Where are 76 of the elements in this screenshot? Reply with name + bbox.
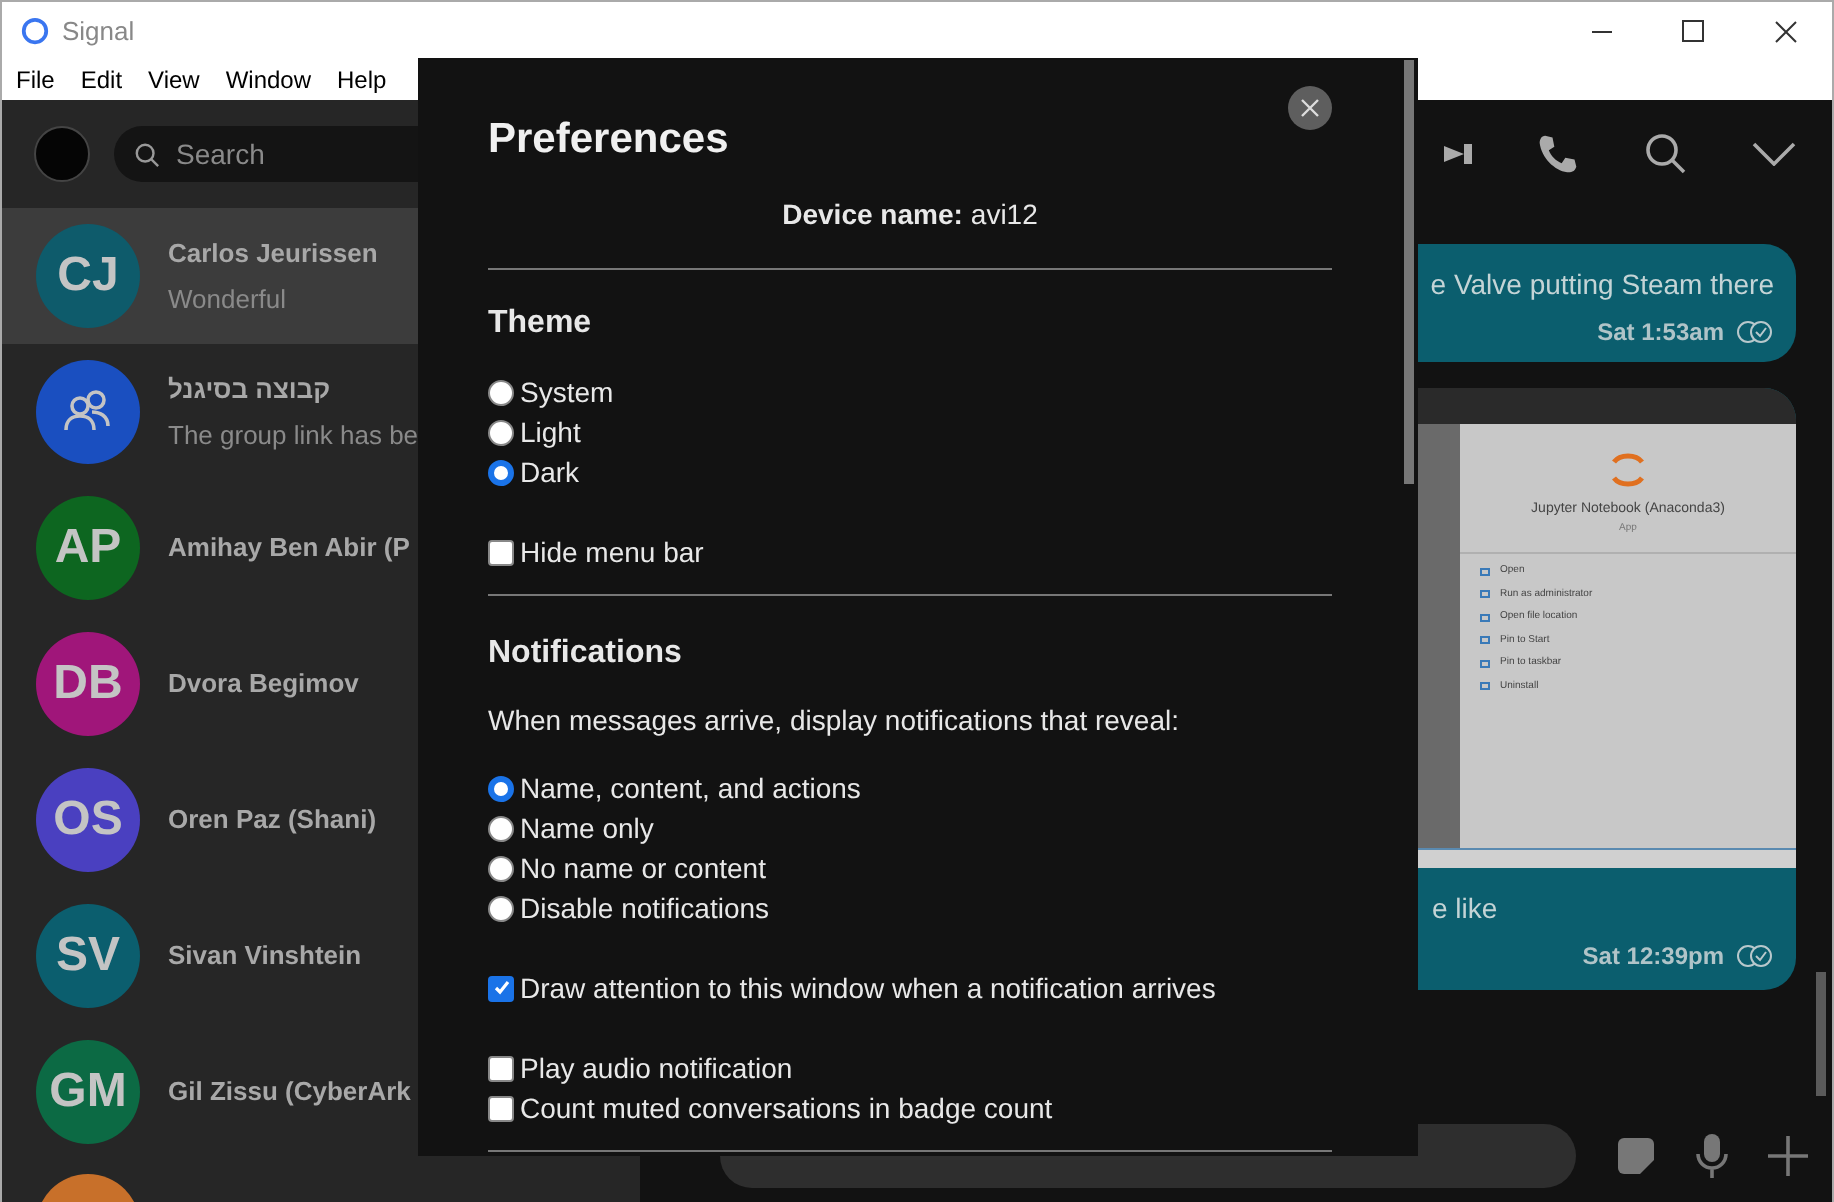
- section-heading: Notifications: [488, 634, 684, 674]
- window-title: Signal: [62, 13, 135, 50]
- action-icon: [1480, 682, 1490, 691]
- notifications-description: When messages arrive, display notifications that reveal:: [488, 702, 1181, 740]
- jupyter-logo-icon: [1610, 448, 1646, 492]
- action-icon: [1480, 567, 1490, 576]
- search-icon[interactable]: [1644, 132, 1688, 176]
- radio-button[interactable]: [488, 379, 514, 405]
- menu-item[interactable]: Edit: [80, 62, 123, 98]
- radio-label: Disable notifications: [520, 889, 770, 927]
- radio-button[interactable]: [488, 419, 514, 445]
- message-time: Sat 12:39pm: [1582, 940, 1724, 974]
- avatar: GM: [36, 1040, 140, 1144]
- radio-label: System: [520, 373, 614, 412]
- checkbox[interactable]: [488, 1095, 514, 1121]
- contact-name: Oren Paz (Shani): [168, 802, 377, 839]
- dialog-scrollbar-thumb[interactable]: [1404, 60, 1414, 484]
- action-icon: [1480, 613, 1490, 622]
- delivered-icon: [1736, 320, 1774, 344]
- radio-button[interactable]: [488, 815, 514, 841]
- app-logo-icon: [20, 16, 50, 46]
- checkbox-label: Play audio notification: [520, 1049, 793, 1088]
- contact-name: Sivan Vinshtein: [168, 938, 362, 975]
- contact-name: Dvora Begimov: [168, 666, 359, 703]
- chevron-down-icon[interactable]: [1752, 142, 1796, 166]
- action-icon: [1480, 590, 1490, 599]
- people-icon: [60, 390, 116, 434]
- scrollbar-thumb[interactable]: [1816, 972, 1826, 1096]
- sticker-icon[interactable]: [1616, 1136, 1656, 1176]
- checkbox-label: Count muted conversations in badge count: [520, 1089, 1053, 1128]
- avatar: AP: [36, 496, 140, 600]
- radio-label: Light: [520, 413, 581, 452]
- checkbox[interactable]: [488, 539, 514, 565]
- close-button[interactable]: [1288, 86, 1332, 130]
- contact-name: Carlos Jeurissen: [168, 236, 378, 272]
- radio-label: Name only: [520, 809, 654, 848]
- message-preview: Wonderful: [168, 281, 289, 317]
- contact-name: קבוצה בסיגנל: [168, 372, 333, 408]
- contact-name: Gil Zissu (CyberArk: [168, 1074, 411, 1111]
- radio-button[interactable]: [488, 459, 514, 485]
- plus-icon[interactable]: [1768, 1136, 1808, 1176]
- message-text: e like: [1432, 890, 1500, 928]
- menu-item[interactable]: Help: [337, 62, 387, 98]
- radio-button[interactable]: [488, 775, 514, 801]
- delivered-icon: [1736, 944, 1774, 968]
- action-icon: [1480, 659, 1490, 668]
- checkbox-label: Hide menu bar: [520, 533, 704, 571]
- maximize-icon[interactable]: [1682, 20, 1704, 42]
- menu-item[interactable]: View: [148, 62, 200, 98]
- close-icon: [1300, 98, 1320, 118]
- radio-label: Name, content, and actions: [520, 769, 861, 807]
- checkbox[interactable]: [488, 975, 514, 1001]
- checkbox-label: Draw attention to this window when a notification arrives: [520, 969, 1216, 1007]
- section-heading: Theme: [488, 304, 594, 344]
- radio-button[interactable]: [488, 895, 514, 921]
- radio-button[interactable]: [488, 855, 514, 881]
- menu-item[interactable]: Window: [225, 62, 312, 98]
- phone-icon[interactable]: [1536, 132, 1580, 176]
- action-icon: [1480, 636, 1490, 645]
- menu-item[interactable]: File: [16, 62, 55, 98]
- avatar: DB: [36, 632, 140, 736]
- close-icon[interactable]: [1774, 19, 1798, 43]
- radio-label: Dark: [520, 453, 580, 491]
- device-name: avi12: [970, 196, 1038, 234]
- avatar: OS: [36, 768, 140, 872]
- device-label: Device name:: [782, 196, 963, 234]
- microphone-icon[interactable]: [1696, 1132, 1728, 1180]
- message-text: e Valve putting Steam there: [1430, 266, 1774, 304]
- avatar: SV: [36, 904, 140, 1008]
- radio-label: No name or content: [520, 849, 766, 887]
- search-icon: [134, 141, 160, 167]
- avatar: CJ: [36, 224, 140, 328]
- message-time: Sat 1:53am: [1597, 316, 1724, 350]
- checkbox[interactable]: [488, 1055, 514, 1081]
- message-preview: The group link has be: [168, 417, 419, 454]
- contact-name: Amihay Ben Abir (P: [168, 530, 410, 567]
